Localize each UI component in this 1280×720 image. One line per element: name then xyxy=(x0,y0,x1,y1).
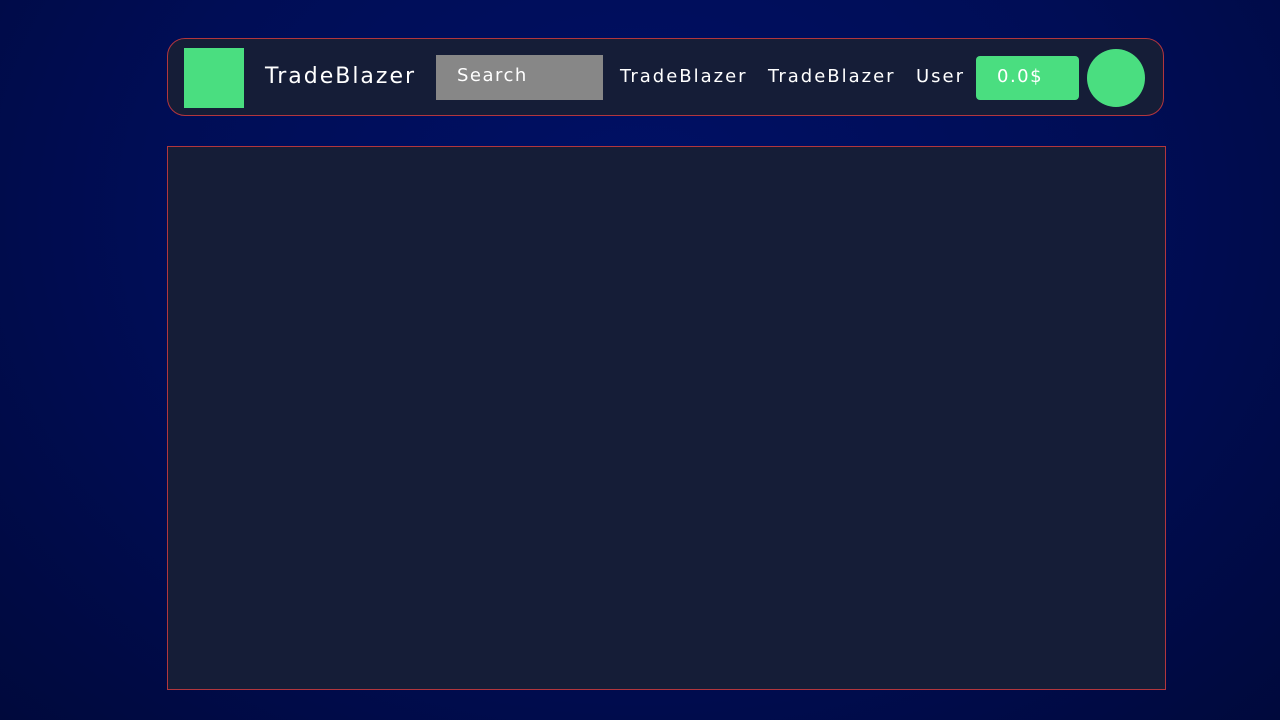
main-content-panel xyxy=(167,146,1166,690)
balance-button[interactable]: 0.0$ xyxy=(976,56,1079,100)
avatar[interactable] xyxy=(1087,49,1145,107)
search-button[interactable]: Search xyxy=(436,55,603,100)
top-navbar: TradeBlazer Search TradeBlazer TradeBlaz… xyxy=(167,38,1164,116)
nav-link-tradeblazer-1[interactable]: TradeBlazer xyxy=(620,66,748,87)
brand-name[interactable]: TradeBlazer xyxy=(265,64,416,89)
nav-link-user[interactable]: User xyxy=(916,66,965,87)
nav-link-tradeblazer-2[interactable]: TradeBlazer xyxy=(768,66,896,87)
logo[interactable] xyxy=(184,48,244,108)
